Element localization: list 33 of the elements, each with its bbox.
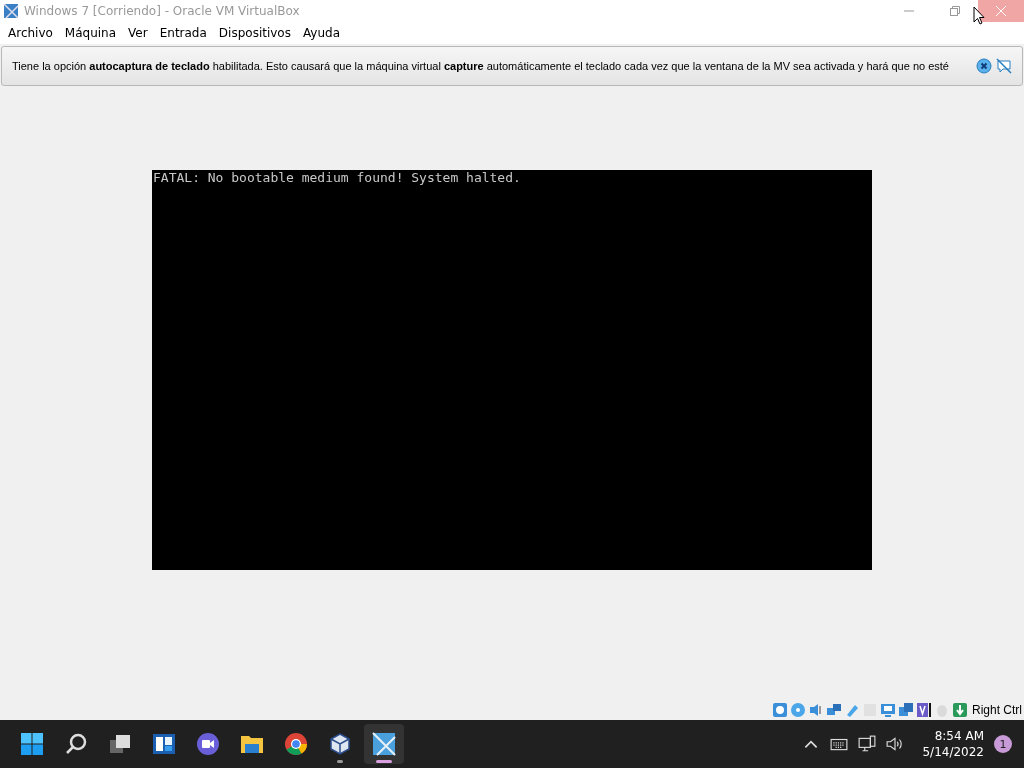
menu-item[interactable]: Máquina — [58, 26, 123, 40]
taskbar-vm-button[interactable] — [364, 724, 404, 764]
window-logo-icon — [372, 732, 396, 756]
menu-item[interactable]: Archivo — [2, 26, 59, 40]
video-camera-icon — [196, 732, 220, 756]
window-title: Windows 7 [Corriendo] - Oracle VM VirtualBox — [24, 4, 300, 18]
network-icon[interactable] — [858, 735, 877, 753]
notification-badge[interactable]: 1 — [994, 735, 1012, 753]
close-icon[interactable] — [976, 58, 992, 74]
audio-icon[interactable] — [808, 702, 824, 718]
clock-time[interactable]: 8:54 AM — [934, 728, 984, 744]
menu-item[interactable]: Ver — [122, 26, 154, 40]
display-icon[interactable] — [880, 702, 896, 718]
search-icon — [64, 732, 88, 756]
volume-icon[interactable] — [886, 735, 905, 753]
app-icon — [3, 3, 19, 19]
panels-icon — [152, 732, 176, 756]
cube-icon — [328, 732, 352, 756]
menu-item[interactable]: Entrada — [153, 26, 213, 40]
four-squares-icon — [20, 732, 44, 756]
overlapping-windows-icon — [108, 732, 132, 756]
menu-item[interactable]: Ayuda — [296, 26, 347, 40]
clock-date[interactable]: 5/14/2022 — [922, 744, 984, 760]
recording-icon[interactable] — [898, 702, 914, 718]
close-icon — [996, 6, 1006, 16]
message-off-icon[interactable] — [996, 58, 1012, 74]
vt-icon[interactable] — [916, 702, 932, 718]
boot-error-text: FATAL: No bootable medium found! System halted. — [152, 170, 522, 186]
round-logo-icon — [284, 732, 308, 756]
notice-message: Tiene la opción autocaptura de teclado habilitada. Esto causará que la máquina virtual capture automáticamente el teclado cada vez que la ventana de la MV sea activada y hará que no esté — [12, 60, 950, 72]
host-key-label: Right Ctrl — [972, 703, 1022, 717]
restore-icon — [950, 6, 960, 16]
menu-item[interactable]: Dispositivos — [212, 26, 297, 40]
